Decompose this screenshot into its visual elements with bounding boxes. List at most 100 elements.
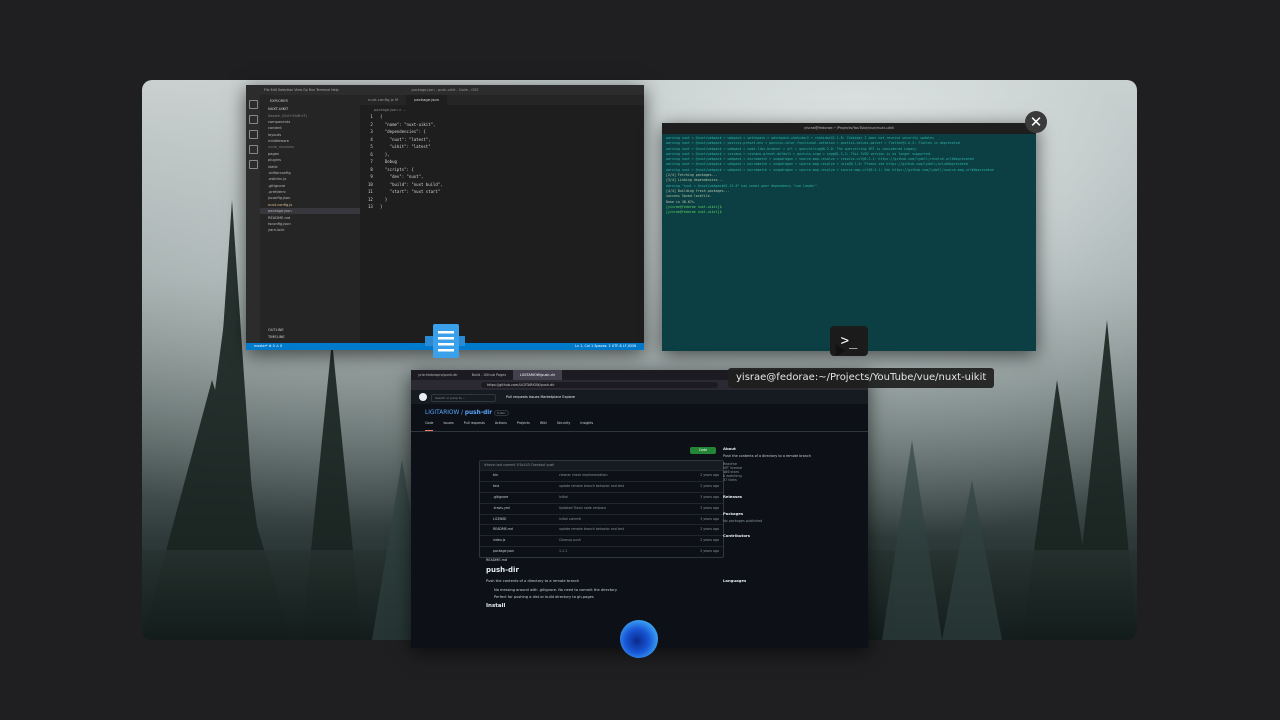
file-name[interactable]: .gitignore (480, 493, 559, 503)
browser-tab[interactable]: Build - Github Pages (465, 370, 513, 380)
file-name[interactable]: .travis.yml (480, 504, 559, 514)
commit-message[interactable]: Initial commit (559, 515, 685, 525)
code-line[interactable]: 1 { (368, 113, 644, 121)
code-editor-app-icon[interactable] (425, 322, 465, 360)
code-line[interactable]: 12 } (368, 196, 644, 204)
tab-pull-requests[interactable]: Pull requests (464, 421, 485, 431)
vscode-window[interactable]: File Edit Selection View Go Run Terminal… (246, 85, 644, 350)
tab-security[interactable]: Security (557, 421, 571, 431)
commit-message[interactable]: update remote branch behavior and test (559, 482, 685, 492)
firefox-app-icon[interactable] (620, 620, 658, 658)
commit-message[interactable]: Cleanup push (559, 536, 685, 546)
github-search-input[interactable]: Search or jump to... (431, 394, 496, 402)
source-control-icon[interactable] (248, 130, 258, 139)
branch-status[interactable]: master* ⊗ 0 ⚠ 0 (254, 344, 282, 348)
readme-title: push-dir (486, 566, 519, 574)
latest-commit[interactable]: lkhevin last commit 1f1b143 Checkout pus… (480, 461, 723, 470)
tab-projects[interactable]: Projects (517, 421, 530, 431)
code-line[interactable]: 3 "dependencies": { (368, 128, 644, 136)
github-nav[interactable]: Pull requests Issues Marketplace Explore (506, 390, 575, 404)
repo-owner[interactable]: LIGITARIOW (425, 410, 459, 416)
file-name[interactable]: test (480, 482, 559, 492)
commit-message[interactable]: update remote branch behavior and test (559, 525, 685, 535)
commit-message[interactable]: Updated Travis node versions (559, 504, 685, 514)
table-row[interactable]: test update remote branch behavior and te… (480, 480, 723, 492)
readme-bullet: No messing around with .gitignore. No ne… (494, 588, 617, 592)
tab-package-json[interactable]: package.json (406, 95, 448, 105)
table-row[interactable]: LICENSE Initial commit 3 years ago (480, 513, 723, 525)
contributors-heading[interactable]: Contributors (723, 533, 863, 538)
commit-message[interactable]: cleaner check implementation (559, 471, 685, 481)
terminal-output[interactable]: warning nuxt > @nuxt/webpack > webpack >… (662, 134, 1036, 217)
outline-section[interactable]: OUTLINE (260, 327, 284, 333)
table-row[interactable]: .gitignore Initial 3 years ago (480, 491, 723, 503)
readme-filename: README.md (486, 558, 508, 562)
commit-time: 2 years ago (700, 549, 719, 554)
tab-actions[interactable]: Actions (495, 421, 507, 431)
vscode-title: package.json - push-uikit - Code - OSS (411, 88, 479, 92)
extensions-icon[interactable] (248, 160, 258, 169)
code-line[interactable]: 13 } (368, 203, 644, 211)
code-button[interactable]: Code (690, 447, 716, 454)
commit-message[interactable]: Initial (559, 493, 685, 503)
tab-nuxt-config[interactable]: nuxt.config.js M (360, 95, 406, 105)
packages-heading[interactable]: Packages (723, 511, 863, 516)
github-header: Search or jump to... Pull requests Issue… (411, 390, 868, 404)
activity-bar (246, 95, 260, 343)
browser-tab-active[interactable]: LIGITARIOW/push-dir (513, 370, 563, 380)
repo-name[interactable]: push-dir (465, 410, 492, 416)
terminal-prompt[interactable]: [yisrae@fedorae nuxt-uikit]$ (666, 210, 1032, 215)
browser-tab[interactable]: ycle-fedorapro/push-dir (411, 370, 465, 380)
tab-issues[interactable]: Issues (443, 421, 453, 431)
code-line[interactable]: 4 "nuxt": "latest", (368, 136, 644, 144)
breadcrumb: package.json > ... (374, 108, 407, 112)
vscode-menubar[interactable]: File Edit Selection View Go Run Terminal… (264, 85, 339, 95)
debug-icon[interactable] (248, 145, 258, 154)
terminal-lines: warning nuxt > @nuxt/webpack > webpack >… (666, 136, 1032, 205)
terminal-window[interactable]: yisrae@fedorae:~/Projects/YouTube/vue/nu… (662, 123, 1036, 351)
close-window-button[interactable]: ✕ (1025, 111, 1047, 133)
firefox-window[interactable]: ycle-fedorapro/push-dir Build - Github P… (411, 370, 868, 648)
releases-heading[interactable]: Releases (723, 494, 863, 499)
terminal-title: yisrae@fedorae:~/Projects/YouTube/vue/nu… (662, 123, 1036, 134)
table-row[interactable]: bin cleaner check implementation 2 years a… (480, 470, 723, 481)
tab-wiki[interactable]: Wiki (540, 421, 547, 431)
code-line[interactable]: 2 "name": "nuxt-uikit", (368, 121, 644, 129)
code-editor[interactable]: package.json > ... 1 { 2 "name": "nuxt-u… (360, 105, 644, 343)
readme-install-heading: Install (486, 603, 506, 609)
github-logo-icon[interactable] (419, 393, 427, 401)
file-name[interactable]: bin (480, 471, 559, 481)
table-row[interactable]: .travis.yml Updated Travis node versions 3… (480, 502, 723, 514)
code-line[interactable]: 8 "scripts": { (368, 166, 644, 174)
code-line[interactable]: 10 "build": "nuxt build", (368, 181, 644, 189)
commit-message[interactable]: 1.1.1 (559, 547, 685, 557)
tab-code[interactable]: Code (425, 421, 434, 431)
explorer-icon[interactable] (248, 100, 258, 109)
table-row[interactable]: README.md update remote branch behavior a… (480, 524, 723, 535)
tab-insights[interactable]: Insights (580, 421, 593, 431)
file-name[interactable]: package.json (480, 547, 559, 557)
code-line[interactable]: 9 "dev": "nuxt", (368, 173, 644, 181)
repo-sidebar: About Push the contents of a directory t… (723, 444, 863, 586)
file-item[interactable]: yarn.lock (260, 227, 360, 233)
window-tooltip: yisrae@fedorae:~/Projects/YouTube/vue/nu… (728, 368, 995, 388)
about-item[interactable]: 37 forks (723, 478, 863, 482)
commit-time: 3 years ago (700, 516, 719, 521)
search-icon[interactable] (248, 115, 258, 124)
readme: README.md push-dir Push the contents of … (486, 558, 716, 609)
table-row[interactable]: package.json 1.1.1 2 years ago (480, 546, 723, 557)
editor-status[interactable]: Ln 1, Col 1 Spaces: 2 UTF-8 LF JSON (575, 343, 636, 350)
timeline-section[interactable]: TIMELINE (260, 334, 285, 340)
file-name[interactable]: LICENSE (480, 515, 559, 525)
languages-heading: Languages (723, 578, 747, 583)
file-name[interactable]: index.js (480, 536, 559, 546)
code-line[interactable]: 7 Debug (368, 158, 644, 166)
code-line[interactable]: 5 "uikit": "latest" (368, 143, 644, 151)
table-row[interactable]: index.js Cleanup push 2 years ago (480, 535, 723, 546)
file-rows: bin cleaner check implementation 2 years a… (480, 470, 723, 557)
code-line[interactable]: 11 "start": "nuxt start" (368, 188, 644, 196)
file-name[interactable]: README.md (480, 525, 559, 535)
code-line[interactable]: 6 }, (368, 151, 644, 159)
url-bar[interactable]: https://github.com/LIGITARIOW/push-dir (481, 382, 718, 388)
code-content[interactable]: 1 { 2 "name": "nuxt-uikit", 3 "dependenc… (360, 113, 644, 211)
